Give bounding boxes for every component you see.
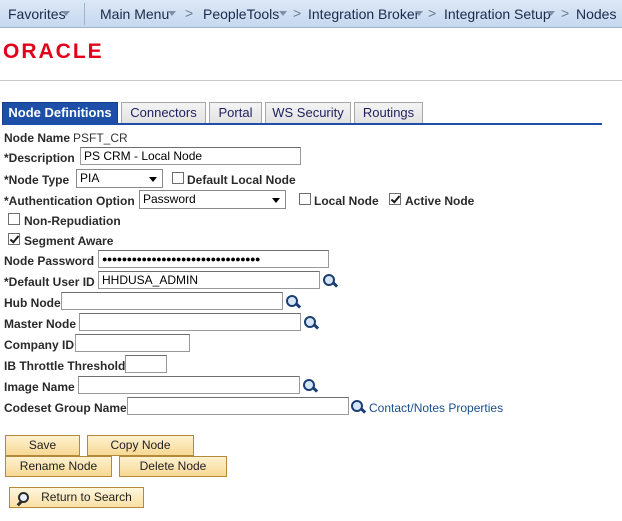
non-repudiation-label: Non-Repudiation	[24, 214, 121, 228]
tab-node-definitions[interactable]: Node Definitions	[2, 102, 118, 124]
segment-aware-label: Segment Aware	[24, 234, 114, 248]
master-node-field[interactable]	[79, 313, 301, 331]
default-local-node-checkbox[interactable]	[172, 172, 184, 184]
master-node-label: Master Node	[4, 317, 77, 331]
authentication-option-label: *Authentication Option	[4, 194, 135, 208]
return-to-search-label: Return to Search	[41, 490, 132, 504]
node-type-label: *Node Type	[4, 173, 70, 187]
node-type-select[interactable]: PIA	[76, 169, 163, 188]
breadcrumb-peopletools[interactable]: PeopleTools	[203, 6, 279, 22]
breadcrumb-integration-setup[interactable]: Integration Setup	[444, 6, 551, 22]
tab-underline	[2, 123, 602, 125]
breadcrumb-integration-broker[interactable]: Integration Broker	[308, 6, 419, 22]
codeset-group-name-label: Codeset Group Name	[4, 401, 127, 415]
default-local-node-label: Default Local Node	[187, 173, 296, 187]
return-to-search-button[interactable]: Return to Search	[9, 487, 144, 508]
local-node-label: Local Node	[314, 194, 379, 208]
default-user-id-label: *Default User ID	[4, 275, 95, 289]
node-name-value: PSFT_CR	[73, 131, 128, 145]
ib-throttle-threshold-label: IB Throttle Threshold	[4, 359, 126, 373]
local-node-checkbox[interactable]	[299, 193, 311, 205]
breadcrumb-favorites[interactable]: Favorites	[8, 6, 66, 22]
company-id-label: Company ID	[4, 338, 75, 352]
chevron-right-icon: >	[561, 5, 570, 21]
active-node-checkbox[interactable]	[389, 193, 401, 205]
default-user-id-field[interactable]: HHDUSA_ADMIN	[98, 271, 320, 289]
image-name-field[interactable]	[78, 376, 300, 394]
rename-node-button[interactable]: Rename Node	[5, 456, 112, 477]
authentication-option-value: Password	[143, 192, 196, 206]
non-repudiation-checkbox[interactable]	[8, 213, 20, 225]
chevron-down-icon[interactable]	[279, 11, 287, 16]
breadcrumb-separator	[84, 3, 85, 25]
ib-throttle-threshold-field[interactable]	[125, 355, 167, 373]
node-password-field[interactable]: ●●●●●●●●●●●●●●●●●●●●●●●●●●●●●●●●	[98, 250, 329, 268]
chevron-right-icon: >	[293, 5, 302, 21]
chevron-down-icon	[149, 177, 157, 182]
lookup-icon[interactable]	[322, 273, 338, 289]
breadcrumb-bar: Favorites Main Menu > PeopleTools > Inte…	[0, 0, 622, 28]
company-id-field[interactable]	[75, 334, 190, 352]
save-button[interactable]: Save	[5, 435, 80, 456]
description-field[interactable]: PS CRM - Local Node	[80, 147, 301, 165]
image-name-label: Image Name	[4, 380, 75, 394]
hub-node-field[interactable]	[61, 292, 283, 310]
delete-node-button[interactable]: Delete Node	[119, 456, 227, 477]
description-label: *Description	[4, 151, 75, 165]
chevron-right-icon: >	[428, 5, 437, 21]
lookup-icon[interactable]	[350, 399, 366, 415]
chevron-down-icon	[272, 198, 280, 203]
node-type-value: PIA	[80, 171, 100, 185]
breadcrumb-main-menu[interactable]: Main Menu	[100, 6, 169, 22]
active-node-label: Active Node	[405, 194, 475, 208]
chevron-down-icon[interactable]	[547, 11, 555, 16]
tab-connectors[interactable]: Connectors	[121, 102, 206, 124]
tab-routings[interactable]: Routings	[354, 102, 423, 124]
breadcrumb-nodes[interactable]: Nodes	[576, 6, 616, 22]
chevron-down-icon[interactable]	[168, 11, 176, 16]
chevron-right-icon: >	[185, 5, 194, 21]
node-name-label: Node Name	[4, 131, 71, 145]
node-password-label: Node Password	[4, 254, 95, 268]
authentication-option-select[interactable]: Password	[139, 190, 286, 209]
hub-node-label: Hub Node	[4, 296, 61, 310]
lookup-icon[interactable]	[303, 315, 319, 331]
tab-ws-security[interactable]: WS Security	[265, 102, 351, 124]
chevron-down-icon[interactable]	[62, 11, 70, 16]
tab-portal[interactable]: Portal	[209, 102, 262, 124]
contact-notes-properties-link[interactable]: Contact/Notes Properties	[369, 401, 503, 415]
search-icon	[16, 492, 30, 506]
lookup-icon[interactable]	[302, 378, 318, 394]
lookup-icon[interactable]	[285, 294, 301, 310]
copy-node-button[interactable]: Copy Node	[87, 435, 194, 456]
chevron-down-icon[interactable]	[415, 11, 423, 16]
segment-aware-checkbox[interactable]	[8, 233, 20, 245]
oracle-logo: ORACLE	[3, 40, 104, 63]
codeset-group-name-field[interactable]	[127, 397, 349, 415]
header-divider	[0, 80, 622, 81]
